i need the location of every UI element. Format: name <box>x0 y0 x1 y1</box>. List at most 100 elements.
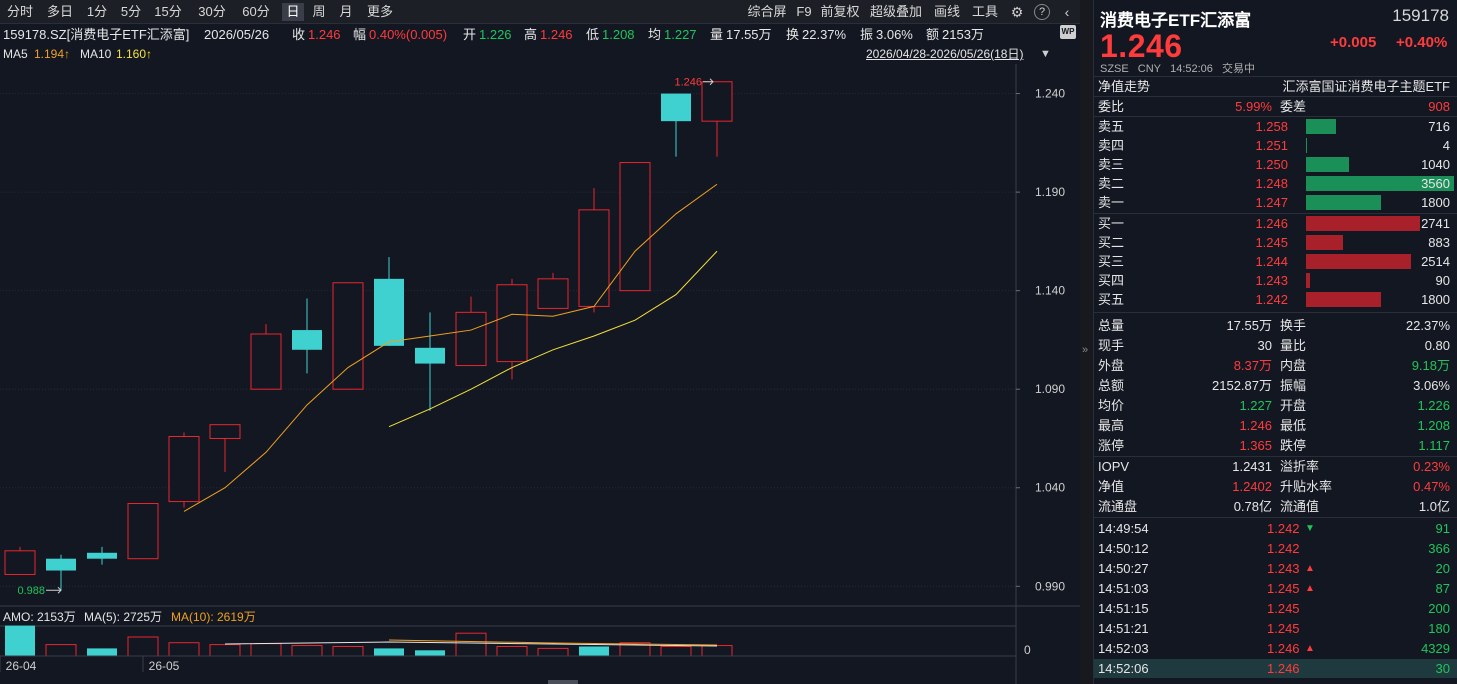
period-toolbar: 分时 多日 1分 5分 15分 30分 60分 日 周 月 更多 综合屏 F9 … <box>0 0 1080 24</box>
f9-button[interactable]: F9 <box>794 3 814 21</box>
turnover-label: 换 <box>786 27 800 42</box>
super-overlay-button[interactable]: 超级叠加 <box>868 3 924 21</box>
tick-price: 1.242 <box>1267 521 1300 536</box>
nav-row[interactable]: 净值走势 汇添富国证消费电子主题ETF <box>1094 77 1457 96</box>
candle-body <box>455 311 487 367</box>
stat-label: 跌停 <box>1280 438 1307 453</box>
stat-value: 1.0亿 <box>1418 499 1450 514</box>
stat-value: 2152.87万 <box>1212 378 1272 393</box>
tools-button[interactable]: 工具 <box>970 3 1000 21</box>
candle-down <box>415 312 445 411</box>
ask-volume-bar <box>1306 195 1381 210</box>
period-tab-monthly[interactable]: 月 <box>335 3 357 21</box>
candle-up <box>127 503 159 560</box>
bid-row[interactable]: 买一 1.246 2741 <box>1094 214 1457 233</box>
tick-price: 1.245 <box>1267 601 1300 616</box>
stat-value: 1.117 <box>1418 438 1450 453</box>
period-tab-weekly[interactable]: 周 <box>308 3 330 21</box>
ask-level-label: 卖二 <box>1098 176 1125 191</box>
price-change-pct: +0.40% <box>1396 34 1448 51</box>
bid-row[interactable]: 买二 1.245 883 <box>1094 233 1457 252</box>
bid-row[interactable]: 买五 1.242 1800 <box>1094 290 1457 309</box>
ask-row[interactable]: 卖五 1.258 716 <box>1094 117 1457 136</box>
period-tab-daily[interactable]: 日 <box>282 3 304 21</box>
comprehensive-screen-button[interactable]: 综合屏 <box>744 3 790 21</box>
stat-row: 均价 1.227 开盘 1.226 <box>1094 396 1457 415</box>
bid-price: 1.242 <box>1255 292 1288 307</box>
tick-time: 14:50:27 <box>1098 561 1149 576</box>
low-marker-label: 0.988 <box>17 585 45 597</box>
stat-label: 最低 <box>1280 418 1307 433</box>
stat-value: 1.226 <box>1417 398 1450 413</box>
stat-label: 开盘 <box>1280 398 1307 413</box>
stat-label: 升贴水率 <box>1280 479 1333 494</box>
nav-trend-link[interactable]: 净值走势 <box>1098 77 1150 96</box>
tick-price: 1.242 <box>1267 541 1300 556</box>
open-value: 1.226 <box>479 27 512 42</box>
period-tab-intraday[interactable]: 分时 <box>4 3 36 21</box>
close-value: 1.246 <box>308 27 341 42</box>
amo-bar-down <box>415 650 445 656</box>
divider <box>1094 517 1457 518</box>
amplitude-value: 3.06% <box>876 27 913 42</box>
bid-volume: 90 <box>1435 273 1450 288</box>
bid-row[interactable]: 买四 1.243 90 <box>1094 271 1457 290</box>
tick-volume: 180 <box>1428 621 1450 636</box>
tick-volume: 30 <box>1435 661 1450 676</box>
stat-row: 净值 1.2402 升贴水率 0.47% <box>1094 477 1457 496</box>
bid-volume: 1800 <box>1421 292 1450 307</box>
exchange-label: SZSE <box>1100 63 1129 75</box>
quote-time: 14:52:06 <box>1170 63 1213 75</box>
amo-bar-up <box>127 636 159 657</box>
forward-adjust-button[interactable]: 前复权 <box>818 3 862 21</box>
y-tick-label: 1.140 <box>1035 284 1065 298</box>
date-range-selector[interactable]: 2026/04/28-2026/05/26(18日) <box>866 45 1023 63</box>
ask-volume-bar <box>1306 119 1336 134</box>
chevron-left-icon[interactable]: ‹ <box>1058 3 1076 21</box>
high-marker-label: 1.246 <box>674 77 702 89</box>
stat-value: 9.18万 <box>1411 358 1450 373</box>
help-icon[interactable]: ? <box>1034 4 1050 20</box>
period-tab-multiday[interactable]: 多日 <box>44 3 76 21</box>
y-tick-label: 1.240 <box>1035 87 1065 101</box>
date-range-dropdown-icon[interactable]: ▼ <box>1040 45 1051 63</box>
stat-label: 流通值 <box>1280 499 1320 514</box>
ask-row[interactable]: 卖二 1.248 3560 <box>1094 174 1457 193</box>
candle-body <box>661 93 691 122</box>
period-tab-5min[interactable]: 5分 <box>118 3 144 21</box>
tick-row: 14:50:12 1.242 366 <box>1094 539 1457 558</box>
ask-row[interactable]: 卖四 1.251 4 <box>1094 136 1457 155</box>
stat-value: 1.2402 <box>1232 479 1272 494</box>
ask-volume-bar <box>1306 157 1349 172</box>
candle-up <box>701 81 733 157</box>
stat-value: 0.23% <box>1413 459 1450 474</box>
period-tab-30min[interactable]: 30分 <box>196 3 228 21</box>
tick-time: 14:50:12 <box>1098 541 1149 556</box>
bid-row[interactable]: 买三 1.244 2514 <box>1094 252 1457 271</box>
stat-label: 均价 <box>1098 398 1125 413</box>
period-tab-more[interactable]: 更多 <box>364 3 396 21</box>
bid-price: 1.246 <box>1255 216 1288 231</box>
period-tab-15min[interactable]: 15分 <box>152 3 184 21</box>
wp-badge-icon[interactable]: WP <box>1060 25 1076 39</box>
kline-chart-area[interactable]: 1.240 1.190 1.140 1.090 1.040 0.990 1.246 0.988… <box>0 64 1080 684</box>
panel-collapse-toggle[interactable]: » <box>1080 0 1093 684</box>
ask-row[interactable]: 卖三 1.250 1040 <box>1094 155 1457 174</box>
amplitude-label: 振 <box>860 27 874 42</box>
divider <box>1094 312 1457 313</box>
security-code: 159178 <box>1392 6 1449 25</box>
candle-body <box>46 558 76 571</box>
tick-row: 14:51:21 1.245 180 <box>1094 619 1457 638</box>
draw-line-button[interactable]: 画线 <box>932 3 962 21</box>
amo-bar-down <box>374 648 404 656</box>
candle-body <box>4 550 36 575</box>
low-value: 1.208 <box>602 27 635 42</box>
period-tab-60min[interactable]: 60分 <box>240 3 272 21</box>
period-tab-1min[interactable]: 1分 <box>84 3 110 21</box>
ask-row[interactable]: 卖一 1.247 1800 <box>1094 193 1457 212</box>
gear-icon[interactable]: ⚙ <box>1008 3 1026 21</box>
kline-chart[interactable]: 1.240 1.190 1.140 1.090 1.040 0.990 1.246 0.988… <box>0 64 1080 684</box>
stat-value: 8.37万 <box>1233 358 1272 373</box>
ma-legend: MA5 1.194↑ MA10 1.160↑ 2026/04/28-2026/0… <box>0 25 1080 63</box>
quote-panel: 消费电子ETF汇添富 159178 1.246 +0.005 +0.40% SZ… <box>1093 0 1457 684</box>
